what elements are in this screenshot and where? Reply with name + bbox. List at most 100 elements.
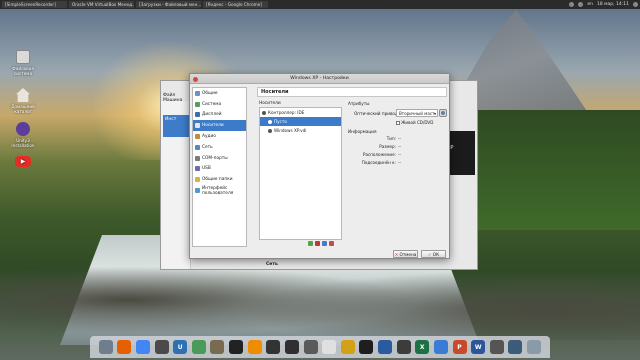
storage-tree-item[interactable]: Контроллер: IDE [260,108,341,117]
gedit-icon[interactable] [396,340,411,354]
category-item[interactable]: USB [193,164,246,175]
task-file-manager[interactable]: [Загрузки - Файловый мен... [136,1,201,8]
burn-icon[interactable] [340,340,355,354]
desktop-icon-youtube[interactable]: ▶ [8,156,38,169]
info-value: -- [398,136,401,141]
manager-menubar[interactable]: Файл Машина [161,91,191,103]
youtube-icon: ▶ [15,156,31,167]
page-title: Носители [257,87,447,97]
desktop-icon-unity[interactable]: Unity3 Installation [8,122,38,148]
ppt-icon[interactable]: P [452,340,467,354]
hard-disk-icon [268,128,272,133]
optical-disc-icon [268,119,272,124]
category-item[interactable]: Аудио [193,131,246,142]
desktop-icon-label: Файловая система [12,66,34,76]
add-attachment-icon[interactable] [308,241,313,246]
controller-icon [262,110,266,115]
power-icon[interactable] [633,2,638,7]
category-label: USB [202,166,211,172]
notes-icon[interactable] [322,340,337,354]
checkbox-box[interactable] [396,120,400,125]
files-icon[interactable] [98,340,113,354]
category-label: Интерфейс пользователя [202,185,234,196]
optical-drive-label: Оптический привод: [354,111,400,116]
attributes-heading: Атрибуты [348,101,370,106]
terminal-icon[interactable] [359,340,374,354]
info-label: Расположение: [363,152,396,157]
storage-tree: Контроллер: IDE Пусто Windows XP.vdi [259,107,342,240]
chrome-icon[interactable] [135,340,150,354]
category-item[interactable]: Общие папки [193,174,246,185]
info-value: -- [398,144,401,149]
info-label: Размер: [379,144,396,149]
cancel-label: Отмена [399,252,417,257]
firefox-icon[interactable] [117,340,132,354]
category-item[interactable]: Общие [193,88,246,99]
category-item[interactable]: COM-порты [193,153,246,164]
trash-icon[interactable] [527,340,541,354]
desktop-icon-label: Домашний каталог [11,104,35,114]
hub-icon[interactable]: U [173,340,188,354]
info-value: -- [398,160,401,165]
category-list: Общие Система Дисплей Носители Аудио Сеть COM-… [192,87,247,247]
cancel-button[interactable]: ✕ Отмена [393,250,418,258]
vlc-icon[interactable] [247,340,262,354]
desktop-icon-home[interactable]: Домашний каталог [8,88,38,114]
storage-tree-label: Контроллер: IDE [268,110,305,115]
chevron-down-icon: ▾ [433,111,436,116]
obs-icon[interactable] [284,340,299,354]
vpn-icon[interactable] [191,340,206,354]
general-icon [195,90,200,96]
optical-drive-select[interactable]: Вторичный маст. ▾ [396,109,438,117]
info-label: Подсоединён к: [361,160,396,165]
clapper-icon[interactable] [266,340,281,354]
inkscape-icon[interactable] [229,340,243,354]
settings-icon[interactable] [154,340,169,354]
category-item[interactable]: Носители [193,120,246,132]
add-controller-icon[interactable] [322,241,327,246]
keyboard-layout[interactable]: en [587,2,593,7]
network-tray-icon[interactable] [569,2,575,7]
dock: U X PW [90,336,550,358]
screenshot-icon[interactable] [489,340,504,354]
ok-label: ОК [432,252,440,257]
category-item[interactable]: Система [193,99,246,110]
clock[interactable]: 18 мар, 14:11 [597,2,629,7]
category-label: Дисплей [202,112,222,118]
remove-controller-icon[interactable] [329,241,334,246]
category-label: Общие папки [202,177,233,183]
top-panel: [SimpleScreenRecorder] Oracle VM Virtual… [0,0,640,9]
virtualbox-icon[interactable] [378,340,392,354]
settings-dialog: Windows XP - Настройки Общие Система Диспл… [189,73,450,259]
storage-tree-item[interactable]: Пусто [260,117,341,126]
choose-disc-button[interactable] [439,109,447,117]
task-screen-recorder[interactable]: [SimpleScreenRecorder] [2,1,67,8]
desktop-icon-filesystem[interactable]: Файловая система [8,50,38,76]
live-cd-checkbox[interactable]: Живой CD/DVD [396,120,433,125]
volume-tray-icon[interactable] [578,2,584,7]
category-label: COM-порты [202,155,228,161]
close-icon[interactable] [193,76,198,82]
storage-tree-item[interactable]: Windows XP.vdi [260,126,341,135]
manager-vm-item[interactable]: Инст [163,115,191,137]
category-item[interactable]: Сеть [193,142,246,153]
category-item[interactable]: Дисплей [193,110,246,121]
dialog-titlebar[interactable]: Windows XP - Настройки [190,74,449,84]
remove-attachment-icon[interactable] [315,241,320,246]
storage-tree-label: Windows XP.vdi [274,128,307,133]
task-virtualbox-manager[interactable]: Oracle VM VirtualBox Менед... [69,1,134,8]
unity-icon [16,122,30,136]
drive-icon [16,50,30,64]
writer-icon[interactable] [303,340,318,354]
category-item[interactable]: Интерфейс пользователя [193,185,246,196]
word-icon[interactable]: W [471,340,486,354]
text-editor-icon[interactable] [433,340,448,354]
information-heading: Информация [348,129,377,134]
excel-icon[interactable]: X [415,340,430,354]
ok-button[interactable]: ✓ ОК [421,250,446,258]
photos-icon[interactable] [508,340,523,354]
gimp-icon[interactable] [210,340,225,354]
task-chrome[interactable]: [Яндекс - Google Chrome] [203,1,268,8]
display-icon [195,112,200,118]
live-cd-label: Живой CD/DVD [401,120,434,125]
